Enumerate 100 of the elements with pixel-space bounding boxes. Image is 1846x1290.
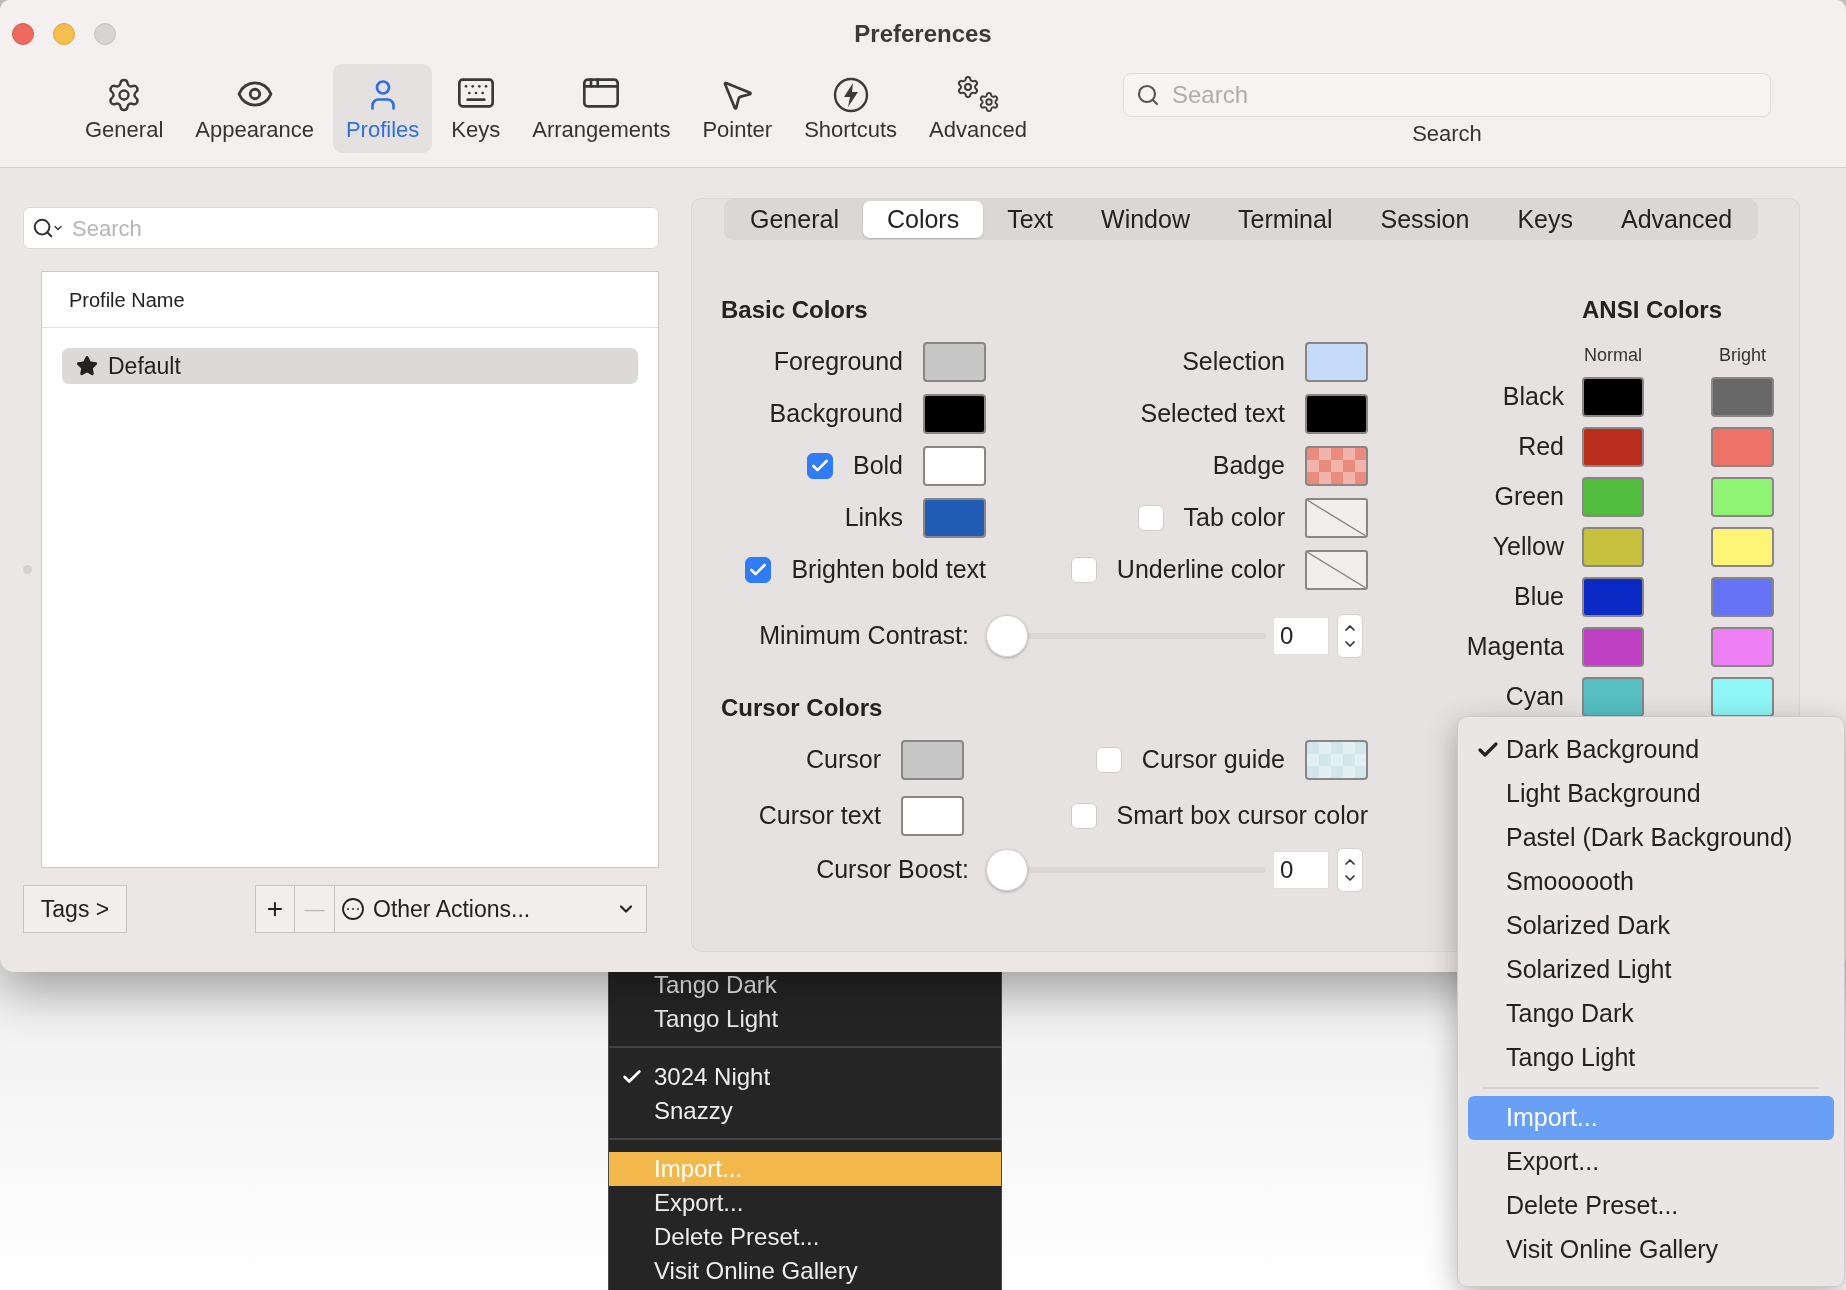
color-well[interactable] <box>1582 427 1644 467</box>
color-label: Yellow <box>1491 531 1564 563</box>
menu-item[interactable]: Tango Dark <box>609 968 1001 1002</box>
menu-item[interactable]: Export... <box>609 1186 1001 1220</box>
toolbar-tab[interactable]: Keys <box>438 64 514 153</box>
color-well[interactable] <box>923 394 986 434</box>
color-label: Links <box>844 502 903 534</box>
tab[interactable]: Terminal <box>1214 201 1357 238</box>
color-well[interactable] <box>1305 342 1368 382</box>
menu-item[interactable]: Delete Preset... <box>1468 1184 1834 1228</box>
slider-thumb[interactable] <box>986 615 1028 657</box>
tab[interactable]: Session <box>1356 201 1494 238</box>
color-label: Selected text <box>1140 398 1285 430</box>
toolbar-tab[interactable]: Pointer <box>689 64 786 153</box>
slider-thumb[interactable] <box>986 849 1028 891</box>
color-well[interactable] <box>901 740 964 780</box>
color-well[interactable] <box>1582 477 1644 517</box>
tab[interactable]: Advanced <box>1597 201 1757 238</box>
menu-item[interactable]: Visit Online Gallery <box>609 1254 1001 1288</box>
toolbar-tab[interactable]: Advanced <box>916 64 1040 153</box>
color-well[interactable] <box>1582 577 1644 617</box>
color-well[interactable] <box>923 498 986 538</box>
slider-label: Cursor Boost: <box>815 854 969 886</box>
color-well[interactable] <box>1582 677 1644 717</box>
stepper[interactable] <box>1337 614 1363 658</box>
slider[interactable] <box>986 849 1266 891</box>
checkbox[interactable] <box>1137 505 1164 531</box>
column-header: Bright <box>1718 344 1767 367</box>
tab[interactable]: Colors <box>862 201 984 238</box>
toolbar-tab[interactable]: General <box>72 64 177 153</box>
profile-row[interactable]: Default <box>62 348 638 384</box>
gears-icon <box>956 75 1000 113</box>
tab[interactable]: Window <box>1077 201 1214 238</box>
color-well[interactable] <box>1711 427 1774 467</box>
color-label: Underline color <box>1116 554 1285 586</box>
menu-item[interactable]: Pastel (Dark Background) <box>1468 816 1834 860</box>
menu-item[interactable]: Tango Dark <box>1468 992 1834 1036</box>
color-well[interactable] <box>1582 377 1644 417</box>
menu-item[interactable]: Solarized Dark <box>1468 904 1834 948</box>
color-well[interactable] <box>1305 740 1368 780</box>
empty-color-well[interactable] <box>1305 550 1368 590</box>
menu-item[interactable]: Tango Light <box>1468 1036 1834 1080</box>
color-well[interactable] <box>1305 394 1368 434</box>
tags-button[interactable]: Tags > <box>23 885 127 933</box>
minimize-button[interactable] <box>53 23 75 45</box>
tab[interactable]: Keys <box>1493 201 1597 238</box>
checkbox[interactable] <box>1095 747 1122 773</box>
window-title: Preferences <box>854 19 992 49</box>
color-well[interactable] <box>1582 527 1644 567</box>
menu-item[interactable]: Dark Background <box>1468 728 1834 772</box>
search-field[interactable]: Search <box>1123 73 1771 117</box>
color-well[interactable] <box>1711 477 1774 517</box>
menu-item[interactable]: Tango Light <box>609 1002 1001 1036</box>
toolbar-tab[interactable]: Shortcuts <box>791 64 911 153</box>
checkbox[interactable] <box>745 557 772 583</box>
toolbar-tab[interactable]: Appearance <box>182 64 327 153</box>
toolbar-tab[interactable]: Arrangements <box>519 64 684 153</box>
color-well[interactable] <box>923 342 986 382</box>
other-actions-button[interactable]: Other Actions... <box>334 885 647 933</box>
color-well[interactable] <box>1711 577 1774 617</box>
column-header[interactable]: Profile Name <box>69 284 185 315</box>
color-label: Bold <box>852 450 903 482</box>
checkbox[interactable] <box>806 453 833 479</box>
menu-item[interactable]: Solarized Light <box>1468 948 1834 992</box>
color-well[interactable] <box>1305 446 1368 486</box>
tab[interactable]: General <box>726 201 863 238</box>
search-input[interactable]: Search <box>1172 77 1770 113</box>
menu-item[interactable]: Snazzy <box>609 1094 1001 1128</box>
menu-item[interactable]: Delete Preset... <box>609 1220 1001 1254</box>
profile-search-field[interactable]: Search <box>23 207 659 249</box>
menu-item[interactable]: Smoooooth <box>1468 860 1834 904</box>
color-well[interactable] <box>1711 627 1774 667</box>
color-label: Cyan <box>1504 681 1564 713</box>
checkbox[interactable] <box>1070 803 1097 829</box>
menu-item[interactable]: Visit Online Gallery <box>1468 1228 1834 1272</box>
tab[interactable]: Text <box>983 201 1078 238</box>
menu-item[interactable]: 3024 Night <box>609 1060 1001 1094</box>
add-button[interactable]: + <box>255 885 295 933</box>
stepper[interactable] <box>1337 848 1363 892</box>
number-field[interactable]: 0 <box>1273 617 1329 655</box>
close-button[interactable] <box>12 23 34 45</box>
search-input[interactable]: Search <box>72 211 658 245</box>
color-well[interactable] <box>1711 377 1774 417</box>
menu-item[interactable]: Light Background <box>1468 772 1834 816</box>
color-well[interactable] <box>901 796 964 836</box>
color-label: Smart box cursor color <box>1116 800 1368 832</box>
number-field[interactable]: 0 <box>1273 851 1329 889</box>
slider[interactable] <box>986 615 1266 657</box>
zoom-button[interactable] <box>94 23 116 45</box>
search-icon <box>1136 83 1160 107</box>
color-well[interactable] <box>1582 627 1644 667</box>
empty-color-well[interactable] <box>1305 498 1368 538</box>
checkbox[interactable] <box>1070 557 1097 583</box>
color-label: Red <box>1517 431 1564 463</box>
color-well[interactable] <box>1711 527 1774 567</box>
toolbar-tab[interactable]: Profiles <box>332 64 433 153</box>
menu-item[interactable]: Export... <box>1468 1140 1834 1184</box>
color-well[interactable] <box>923 446 986 486</box>
color-well[interactable] <box>1711 677 1774 717</box>
color-label: Background <box>769 398 903 430</box>
